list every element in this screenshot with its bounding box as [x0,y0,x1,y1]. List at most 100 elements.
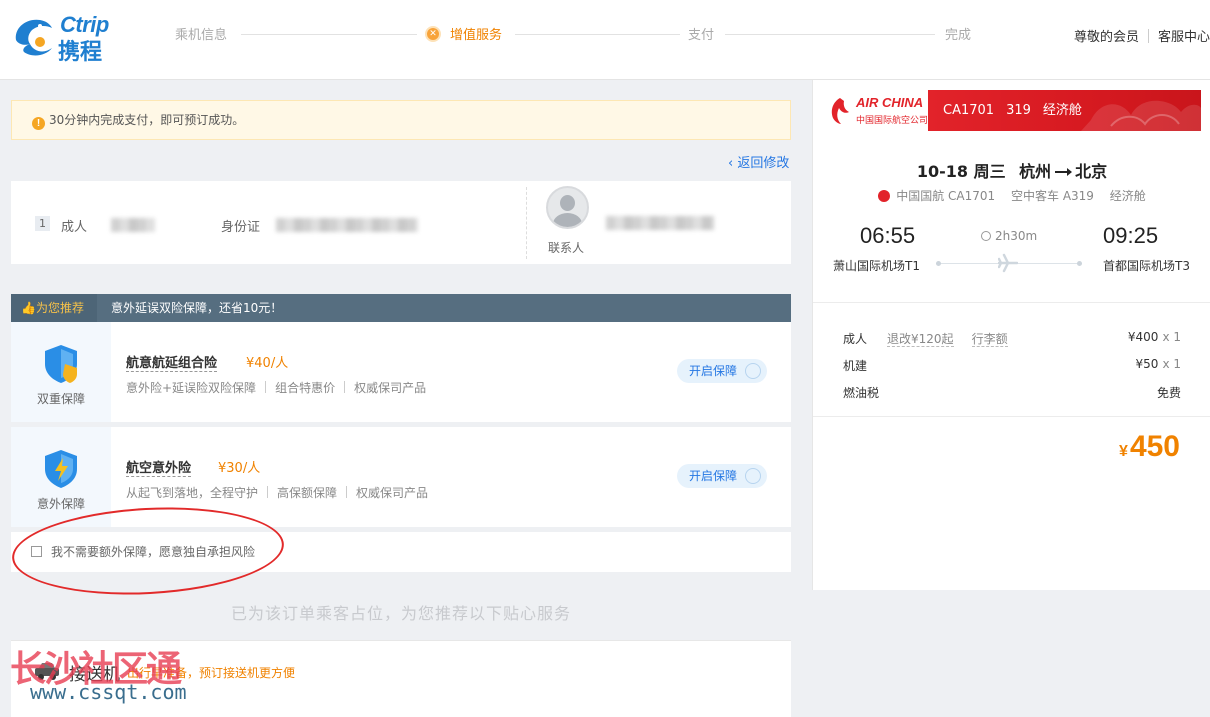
enable-insurance-button[interactable]: 开启保障 [677,464,767,488]
feature: 组合特惠价 [275,381,336,395]
from-city: 杭州 [1019,162,1052,181]
arrival-airport: 首都国际机场T3 [1103,259,1190,273]
airline-mini-icon [878,190,891,202]
fee-qty: x 1 [1162,330,1181,344]
insurance-badge: 双重保障 [11,322,111,422]
dolphin-icon [15,19,52,56]
insurance-price: ¥30/人 [218,461,261,476]
payment-notice: ! 30分钟内完成支付，即可预订成功。 [11,100,791,140]
enable-insurance-button[interactable]: 开启保障 [677,359,767,383]
flight-duration: 2h30m [981,229,1037,243]
fee-row-fuel-tax: 燃油税 免费 [843,384,1181,402]
arrival-time: 09:25 [1103,223,1159,248]
step-complete: 完成 [945,28,972,43]
airline-banner: AIR CHINA 中国国际航空公司 CA1701 319 经济舱 [823,90,1201,131]
divider [526,187,527,259]
thumbs-up-icon: 👍 [21,301,36,315]
step-payment: 支付 [688,28,715,43]
id-type: 身份证 [221,220,261,235]
insurance-badge-label: 意外保障 [36,497,85,511]
enable-insurance-label: 开启保障 [689,469,738,483]
recommend-tag: 👍为您推荐 [11,294,97,322]
insurance-features: 意外险+延误险双险保障 组合特惠价 权威保司产品 [126,379,426,396]
fee-amount: 免费 [1156,386,1181,400]
flight-duration-value: 2h30m [995,229,1038,243]
shield-icon [45,345,77,383]
departure-airport: 萧山国际机场T1 [833,259,920,273]
feature: 高保额保障 [277,486,338,500]
flight-date: 10-18 [916,162,968,181]
insurance-card-combo: 双重保障 航意航延组合险 ¥40/人 意外险+延误险双险保障 组合特惠价 权威保司产… [11,322,791,422]
feature: 权威保司产品 [354,381,427,395]
logo-text-cn: 携程 [58,40,103,65]
insurance-badge: 意外保障 [11,427,111,527]
blurred-contact [606,216,714,230]
departure-time: 06:55 [860,223,916,248]
back-edit-link[interactable]: ‹ 返回修改 [728,152,789,171]
flight-banner: CA1701 319 经济舱 [928,90,1201,131]
feature: 意外险+延误险双险保障 [126,381,257,395]
divider [813,416,1210,417]
to-city: 北京 [1075,162,1108,181]
check-circle-icon [745,468,761,484]
air-china-logo: AIR CHINA 中国国际航空公司 [823,90,928,131]
fee-amount: ¥50 [1135,357,1159,371]
contact-label: 联系人 [548,241,585,255]
fee-label: 成人 [843,332,868,346]
step-divider [725,34,935,35]
enable-insurance-label: 开启保障 [689,364,738,378]
phoenix-icon [831,98,849,124]
plane-code: 319 [1006,103,1031,118]
service-center-link[interactable]: 客服中心 [1158,30,1210,45]
insurance-features: 从起飞到落地，全程守护 高保额保障 权威保司产品 [126,484,428,501]
feature: 从起飞到落地，全程守护 [126,486,259,500]
services-tip: 已为该订单乘客占位，为您推荐以下贴心服务 [230,604,571,623]
top-header: Ctrip 携程 乘机信息 ✕ 增值服务 支付 完成 尊敬的会员 客服中心 [0,0,1210,80]
refund-rules-link[interactable]: 退改¥120起 [887,332,954,347]
step-passenger-info: 乘机信息 [175,28,228,43]
insurance-badge-label: 双重保障 [36,392,85,406]
top-links: 尊敬的会员 客服中心 [1074,26,1210,45]
back-edit-label: 返回修改 [737,156,790,171]
ctrip-logo[interactable]: Ctrip 携程 [10,12,132,65]
cabin-class: 经济舱 [1042,103,1082,118]
flight-number: CA1701 [943,103,995,118]
blurred-name [111,218,155,232]
airline-flight: 中国国航 CA1701 [896,189,996,203]
aircraft-type: 空中客车 A319 [1011,189,1094,203]
fee-row-airport-tax: 机建 ¥50 x 1 [843,357,1181,375]
flight-sub-info: 中国国航 CA1701 空中客车 A319 经济舱 [813,187,1210,204]
fee-label: 燃油税 [843,386,880,400]
insurance-name[interactable]: 航空意外险 [126,457,192,477]
blurred-id-number [276,218,418,232]
route-title: 10-18 周三 杭州 北京 [813,158,1210,182]
avatar [546,186,589,229]
airplane-icon [998,253,1018,273]
clock-icon [981,231,991,241]
passenger-index: 1 [35,216,50,231]
notice-text: 30分钟内完成支付，即可预订成功。 [49,113,245,127]
check-circle-icon [745,363,761,379]
recommend-bar: 👍为您推荐 意外延误双险保障，还省10元！ [11,294,791,322]
step-divider [515,34,680,35]
arrow-right-icon [1055,168,1073,176]
total-amount: 450 [1129,430,1180,463]
step-value-added: 增值服务 [450,28,503,43]
watermark-url: www.cssqt.com [30,680,187,704]
passenger-card: 1 成人 身份证 联系人 [11,181,791,264]
member-link[interactable]: 尊敬的会员 [1074,30,1139,45]
insurance-name[interactable]: 航意航延组合险 [126,352,218,372]
cabin-info: 经济舱 [1109,189,1146,203]
recommend-text: 意外延误双险保障，还省10元！ [111,301,283,315]
flight-weekday: 周三 [973,162,1006,181]
chevron-left-icon: ‹ [728,156,738,171]
air-china-cn-text: 中国国际航空公司 [856,116,929,126]
active-step-icon: ✕ [425,26,441,42]
baggage-link[interactable]: 行李额 [971,332,1008,347]
currency-symbol: ¥ [1119,443,1128,460]
passenger-type: 成人 [61,220,88,235]
air-china-text: AIR CHINA [856,95,924,110]
fee-qty: x 1 [1162,357,1181,371]
feature: 权威保司产品 [356,486,429,500]
step-divider [241,34,417,35]
